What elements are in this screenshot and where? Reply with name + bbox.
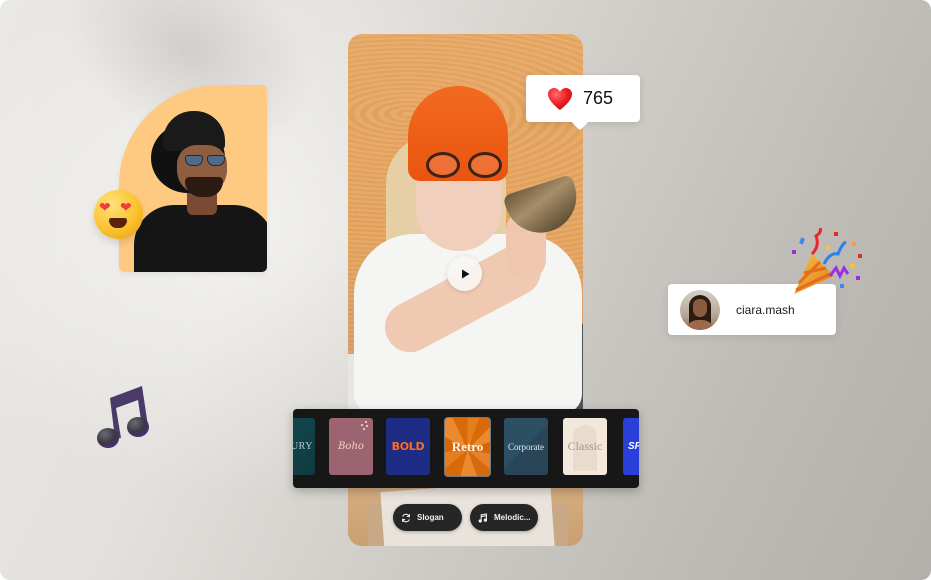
refresh-icon — [402, 513, 410, 522]
template-carousel[interactable]: URY Boho BOLD Retro Corporate Classic SP — [293, 409, 639, 488]
likes-count: 765 — [583, 88, 614, 108]
template-sport-label: SP — [628, 441, 639, 452]
party-popper-emoji-icon — [792, 228, 862, 294]
music-chip[interactable]: Melodic... — [470, 504, 538, 531]
music-chip-label: Melodic... — [494, 513, 531, 522]
template-retro-selected[interactable]: Retro — [444, 417, 491, 477]
music-note-icon — [478, 512, 488, 523]
template-boho-label: Boho — [338, 441, 364, 452]
template-bold[interactable]: BOLD — [386, 418, 430, 475]
template-boho[interactable]: Boho — [329, 418, 373, 475]
play-button[interactable] — [447, 256, 482, 291]
slogan-chip-label: Slogan — [417, 513, 444, 522]
heart-icon — [548, 87, 572, 110]
slogan-chip[interactable]: Slogan — [393, 504, 462, 531]
man-shirt — [134, 205, 267, 272]
sparkle-icon — [359, 421, 369, 431]
likes-bubble: 765 — [526, 75, 640, 122]
username: ciara.mash — [736, 302, 795, 317]
template-corporate[interactable]: Corporate — [504, 418, 548, 475]
man-beard — [185, 177, 223, 197]
template-sport[interactable]: SP — [623, 418, 639, 475]
template-luxury-label: URY — [293, 441, 313, 452]
template-classic[interactable]: Classic — [563, 418, 607, 475]
play-icon — [461, 269, 469, 278]
template-luxury[interactable]: URY — [293, 418, 315, 475]
template-bold-label: BOLD — [391, 440, 425, 453]
heart-eyes-emoji-icon: ❤ ❤ — [94, 190, 143, 239]
canvas: ❤ ❤ Slogan Melodic... URY Boho BOLD Retr… — [0, 0, 931, 580]
music-note-emoji-icon — [97, 386, 149, 448]
man-sunglasses — [185, 155, 227, 167]
avatar — [680, 289, 720, 330]
template-classic-label: Classic — [567, 439, 603, 453]
woman-glasses — [426, 152, 506, 180]
template-retro-label: Retro — [451, 439, 484, 454]
template-corporate-label: Corporate — [508, 441, 544, 452]
